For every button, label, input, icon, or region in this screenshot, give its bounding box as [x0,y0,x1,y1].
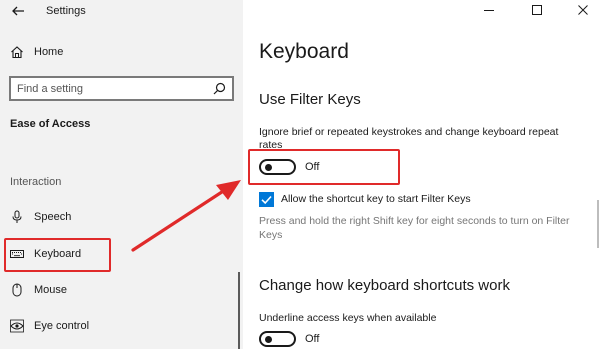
sidebar-scrollbar[interactable] [238,272,240,349]
shortcut-checkbox[interactable] [259,192,274,207]
shortcut-checkbox-row: Allow the shortcut key to start Filter K… [259,192,559,208]
underline-access-keys-toggle[interactable] [259,331,296,347]
microphone-icon [12,210,22,223]
toggle-highlight-box [248,149,400,185]
close-icon[interactable] [576,3,590,17]
window-controls [470,0,600,22]
home-icon [11,46,23,59]
sidebar-item-eye-control[interactable]: Eye control [0,309,238,343]
search-icon[interactable] [213,82,226,95]
main-scrollbar[interactable] [597,200,599,248]
search-box[interactable] [9,76,234,101]
sidebar-item-mouse[interactable]: Mouse [0,273,238,307]
title-bar: Settings [0,0,243,26]
sidebar-item-label: Speech [34,211,72,223]
search-input[interactable] [17,81,197,97]
toggle-knob [265,336,272,343]
eye-control-icon [10,319,24,333]
shortcut-checkbox-label: Allow the shortcut key to start Filter K… [281,193,471,205]
minimize-icon[interactable] [482,3,496,17]
underline-access-keys-label: Underline access keys when available [259,312,437,324]
maximize-icon[interactable] [530,3,544,17]
sidebar-item-label: Eye control [34,320,90,332]
keyboard-highlight-box [4,238,111,272]
group-label: Interaction [10,176,62,188]
nav-home[interactable]: Home [0,40,243,66]
app-title: Settings [46,5,86,17]
shortcut-hint: Press and hold the right Shift key for e… [259,215,570,241]
annotation-arrow-icon [131,180,241,252]
page-title: Keyboard [259,40,349,63]
back-arrow-icon[interactable] [10,3,26,19]
underline-toggle-state: Off [305,333,320,345]
filter-keys-heading: Use Filter Keys [259,91,361,108]
sidebar-item-label: Mouse [34,284,68,296]
section-heading: Ease of Access [10,118,91,130]
checkmark-icon [261,195,272,205]
underline-toggle-row: Off [259,331,399,349]
nav-home-label: Home [34,46,64,58]
shortcuts-heading: Change how keyboard shortcuts work [259,277,510,294]
mouse-icon [12,283,22,297]
